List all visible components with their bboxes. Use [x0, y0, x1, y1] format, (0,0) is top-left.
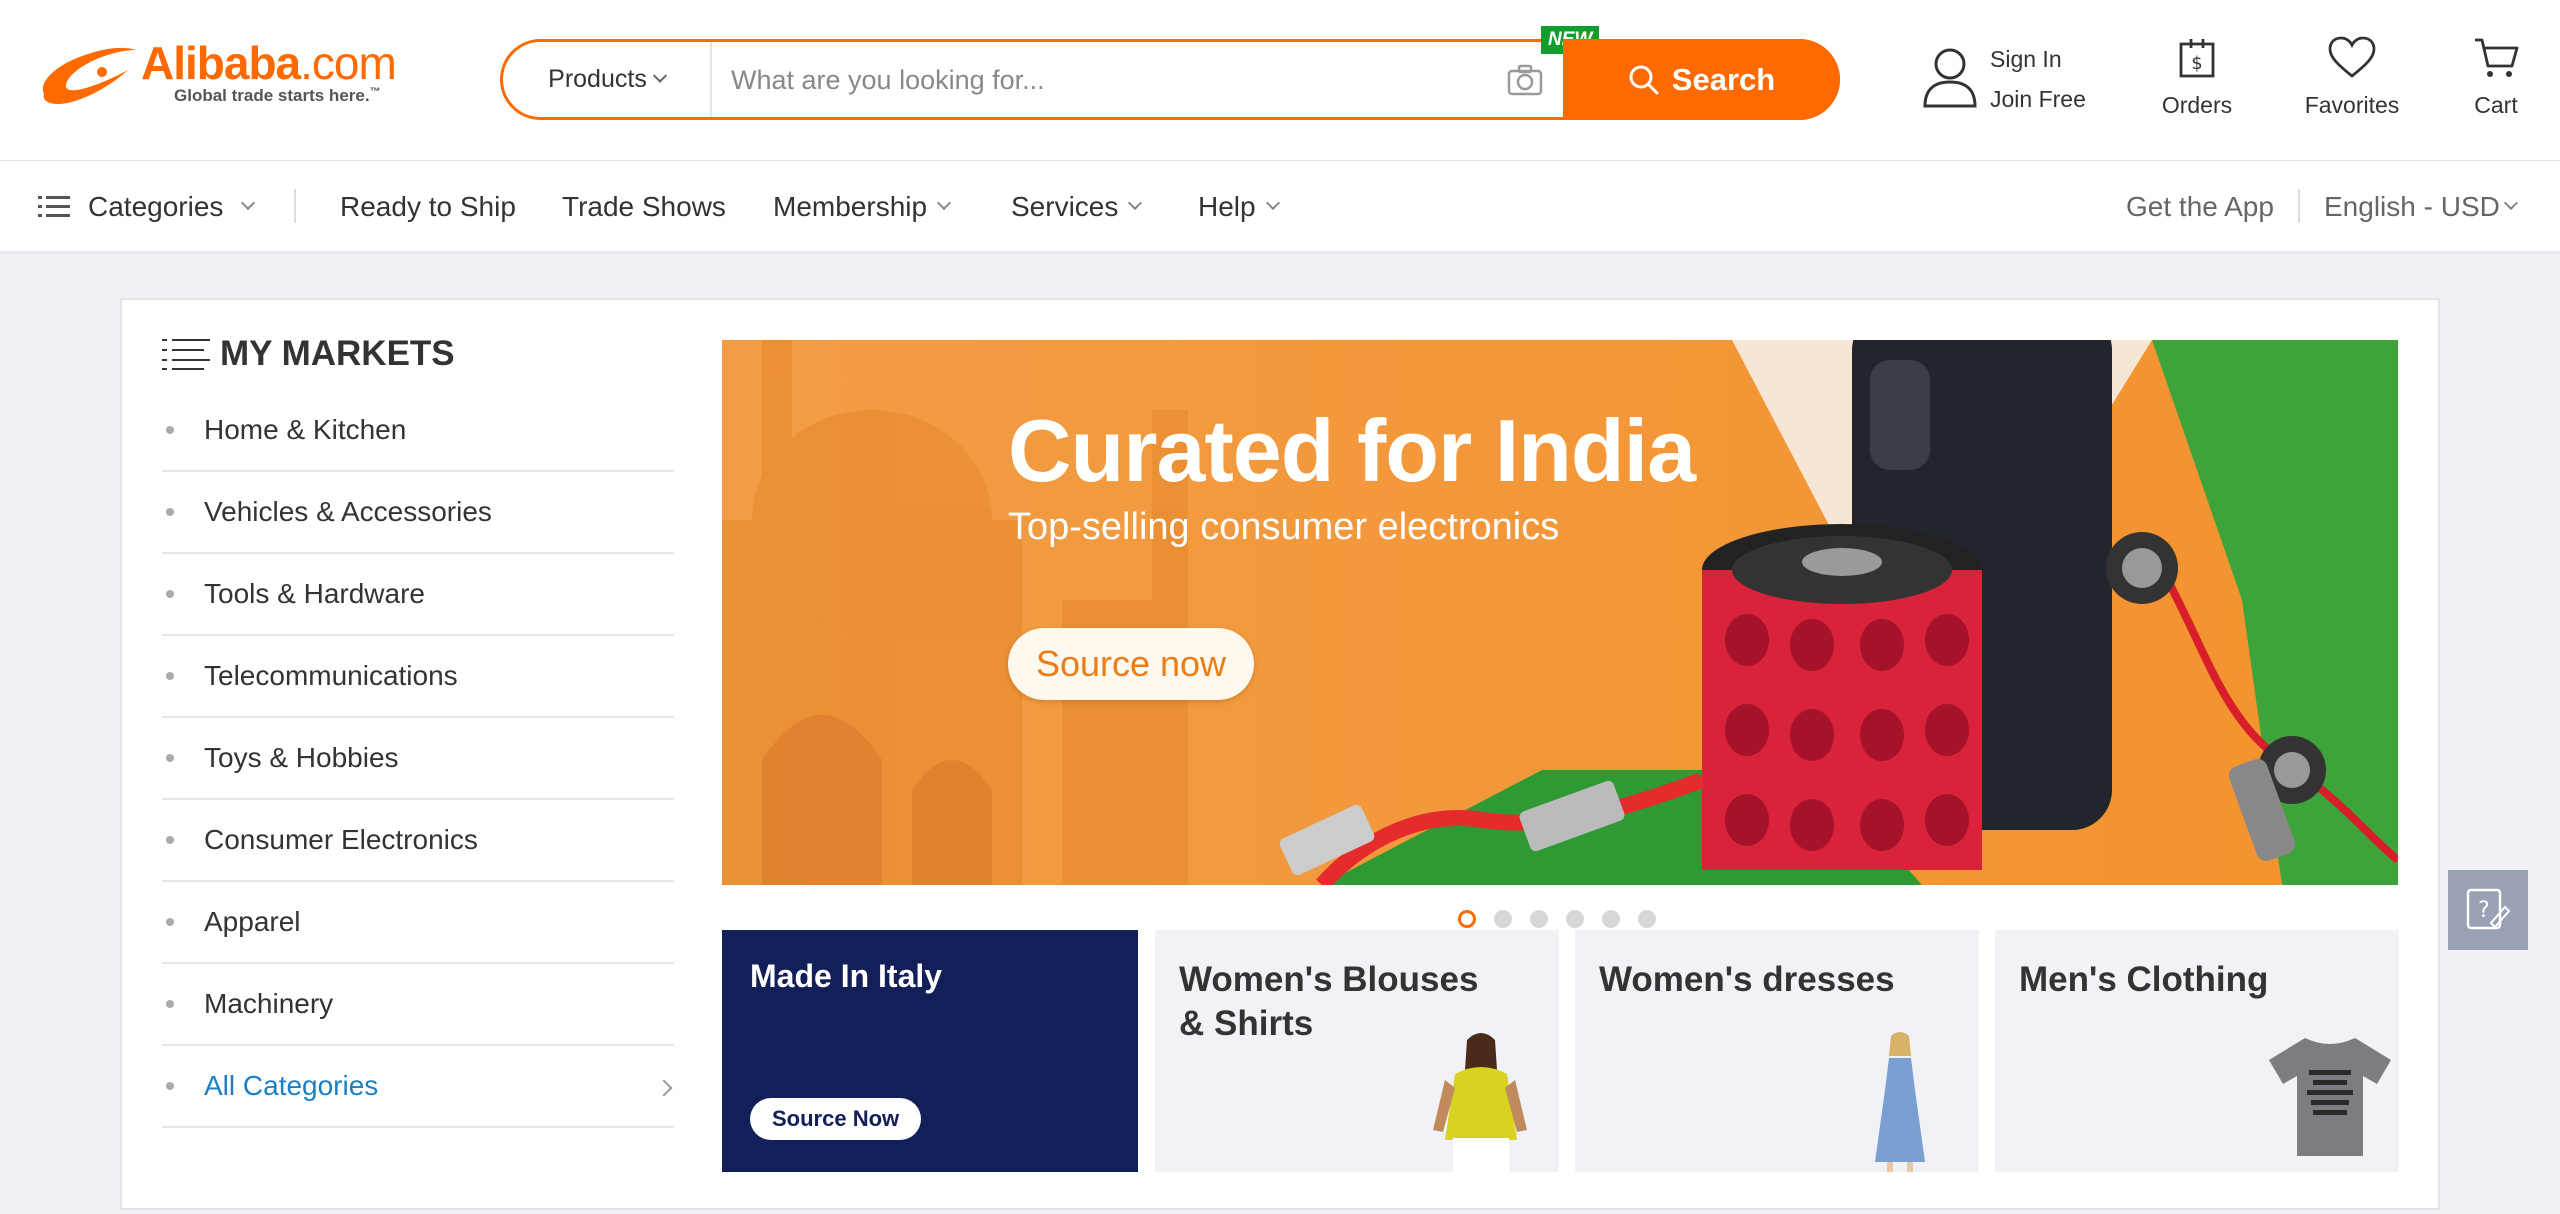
orders-link[interactable]: $ Orders: [2158, 36, 2236, 119]
chevron-down-icon: [241, 195, 256, 211]
cart-label: Cart: [2474, 92, 2518, 118]
carousel-dot[interactable]: [1566, 910, 1584, 928]
market-item[interactable]: Tools & Hardware: [162, 554, 674, 636]
market-item[interactable]: Telecommunications: [162, 636, 674, 718]
market-item[interactable]: Machinery: [162, 964, 674, 1046]
bullet: [166, 426, 174, 434]
nav-membership[interactable]: Membership: [773, 191, 952, 223]
womens-blouses-card[interactable]: Women's Blouses & Shirts: [1155, 930, 1559, 1172]
carousel-dot[interactable]: [1638, 910, 1656, 928]
search-bar: Products NEW Search: [500, 26, 1840, 120]
bullet: [166, 1000, 174, 1008]
list-icon: [38, 196, 70, 217]
nav-categories[interactable]: Categories: [38, 191, 256, 223]
bullet: [166, 754, 174, 762]
nav-help[interactable]: Help: [1198, 191, 1280, 223]
search-button-label: Search: [1671, 61, 1776, 97]
home-panel: MY MARKETS Home & Kitchen Vehicles & Acc…: [120, 298, 2440, 1210]
feedback-button[interactable]: ?: [2448, 870, 2528, 950]
carousel-dot[interactable]: [1458, 910, 1476, 928]
dress-model-image: [1875, 1032, 1925, 1172]
sign-in-link[interactable]: Sign In: [1990, 46, 2062, 73]
carousel-dot[interactable]: [1530, 910, 1548, 928]
market-item[interactable]: Apparel: [162, 882, 674, 964]
list-icon: [162, 339, 210, 370]
main-nav: Categories Ready to Ship Trade Shows Mem…: [0, 160, 2560, 251]
tshirt-image: [2269, 1038, 2391, 1156]
blouse-model-image: [1433, 1033, 1527, 1172]
card-title: Women's dresses: [1599, 960, 1895, 999]
made-in-italy-card[interactable]: Made In Italy Source Now: [722, 930, 1138, 1172]
chevron-down-icon: [1128, 195, 1143, 211]
hero-banner[interactable]: Curated for India Top-selling consumer e…: [722, 340, 2398, 885]
user-icon: [1923, 48, 1977, 108]
source-now-button[interactable]: Source now: [1008, 628, 1254, 700]
search-input[interactable]: [731, 54, 1491, 106]
chevron-down-icon: [936, 195, 952, 211]
card-title: Men's Clothing: [2019, 960, 2269, 999]
market-item[interactable]: Toys & Hobbies: [162, 718, 674, 800]
banner-headline: Curated for India: [1008, 401, 1696, 500]
alibaba-swoosh-icon: [42, 47, 137, 104]
chevron-down-icon: [1265, 195, 1280, 211]
market-item[interactable]: Home & Kitchen: [162, 390, 674, 472]
carousel-dot[interactable]: [1602, 910, 1620, 928]
cart-icon: [2475, 38, 2519, 77]
markets-list: Home & Kitchen Vehicles & Accessories To…: [162, 390, 674, 1128]
nav-ready-to-ship[interactable]: Ready to Ship: [340, 191, 516, 223]
join-free-link[interactable]: Join Free: [1990, 86, 2086, 113]
mens-clothing-card[interactable]: Men's Clothing: [1995, 930, 2399, 1172]
chevron-down-icon: [2503, 195, 2518, 211]
feedback-icon: ?: [2466, 888, 2511, 930]
carousel-dot[interactable]: [1494, 910, 1512, 928]
nav-trade-shows[interactable]: Trade Shows: [562, 191, 726, 223]
bullet: [166, 918, 174, 926]
card-title: Made In Italy: [750, 958, 943, 994]
logo-tagline: Global trade starts here.™: [174, 86, 381, 105]
bullet: [166, 590, 174, 598]
favorites-link[interactable]: Favorites: [2296, 36, 2408, 119]
search-icon: [1629, 65, 1659, 94]
svg-text:$: $: [2191, 53, 2202, 74]
nav-divider: [2298, 189, 2300, 223]
womens-dresses-card[interactable]: Women's dresses: [1575, 930, 1979, 1172]
logo-wordmark: Alibaba.com: [141, 37, 397, 89]
locale-selector[interactable]: English - USD: [2324, 191, 2518, 223]
bullet: [166, 672, 174, 680]
chevron-down-icon: [652, 68, 667, 83]
search-button[interactable]: Search: [1563, 39, 1840, 120]
chevron-right-icon: [655, 1079, 673, 1097]
my-markets-heading: MY MARKETS: [162, 334, 455, 374]
market-item[interactable]: Consumer Electronics: [162, 800, 674, 882]
market-item[interactable]: Vehicles & Accessories: [162, 472, 674, 554]
heart-icon: [2328, 36, 2376, 78]
nav-divider: [294, 189, 296, 223]
orders-label: Orders: [2161, 92, 2233, 118]
header: Alibaba.com Global trade starts here.™ P…: [0, 0, 2560, 160]
favorites-label: Favorites: [2304, 92, 2400, 118]
bullet: [166, 836, 174, 844]
svg-text:?: ?: [2478, 898, 2490, 923]
orders-icon: $: [2179, 39, 2215, 78]
search-category-dropdown[interactable]: Products: [503, 42, 712, 117]
bullet: [166, 1082, 174, 1090]
bullet: [166, 508, 174, 516]
source-now-card-button[interactable]: Source Now: [750, 1098, 922, 1140]
nav-services[interactable]: Services: [1011, 191, 1143, 223]
alibaba-logo[interactable]: Alibaba.com Global trade starts here.™: [36, 36, 426, 116]
banner-subheadline: Top-selling consumer electronics: [1008, 506, 1560, 548]
all-categories-link[interactable]: All Categories: [162, 1046, 674, 1128]
carousel-indicators: [1458, 910, 1674, 928]
camera-icon[interactable]: [1507, 64, 1543, 96]
cart-link[interactable]: Cart: [2464, 36, 2528, 119]
get-app-link[interactable]: Get the App: [2126, 191, 2274, 223]
